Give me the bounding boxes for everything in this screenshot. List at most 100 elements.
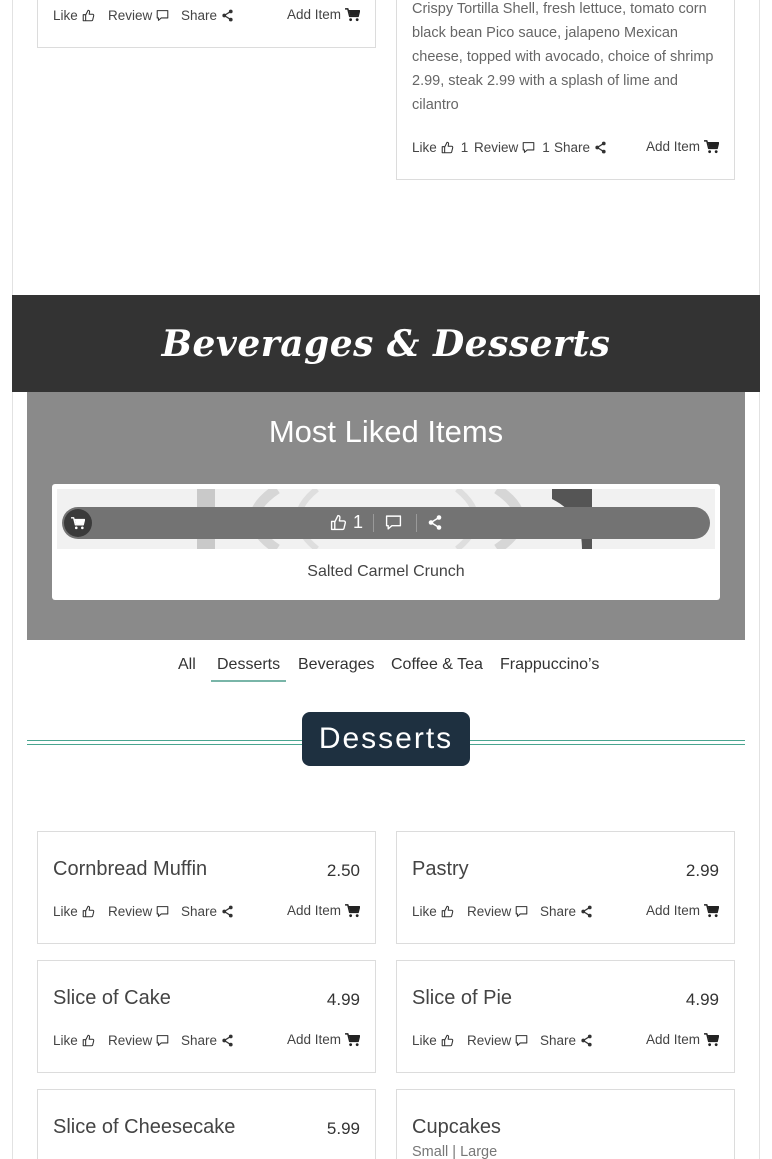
add-item-label: Add Item <box>645 139 700 154</box>
thumbs-up-icon <box>82 9 95 22</box>
tab-coffee-tea[interactable]: Coffee & Tea <box>385 656 489 680</box>
review-button[interactable] <box>384 514 403 536</box>
cart-icon <box>704 139 719 153</box>
item-actions: Like Review Share Add Item <box>53 903 360 922</box>
like-label: Like <box>412 140 437 155</box>
menu-item-card: Pastry 2.99 Like Review Share Add Item <box>396 831 735 944</box>
comment-icon <box>515 906 528 917</box>
review-button[interactable]: Review <box>108 8 169 23</box>
item-actions: Like Review Share Add Item <box>412 903 719 922</box>
review-button[interactable]: Review 1 <box>474 140 550 155</box>
most-liked-item-name: Salted Carmel Crunch <box>307 563 465 580</box>
review-label: Review <box>108 1033 153 1048</box>
add-item-button[interactable]: Add Item <box>287 7 360 22</box>
like-button[interactable]: Like <box>53 8 95 23</box>
add-item-label: Add Item <box>645 1032 700 1047</box>
like-button[interactable]: Like <box>412 1033 454 1048</box>
comment-icon <box>522 142 535 153</box>
review-label: Review <box>467 1033 512 1048</box>
share-label: Share <box>540 904 577 919</box>
add-item-button[interactable]: Add Item <box>646 1032 719 1047</box>
add-item-label: Add Item <box>286 1032 341 1047</box>
menu-item-card: Crispy Tortilla Shell, fresh lettuce, to… <box>396 0 735 180</box>
thumbs-up-icon <box>441 141 454 154</box>
item-price: 2.50 <box>326 861 360 880</box>
like-label: Like <box>53 8 78 23</box>
share-button[interactable] <box>427 514 443 536</box>
share-button[interactable]: Share <box>181 904 234 919</box>
add-item-button[interactable]: Add Item <box>287 903 360 918</box>
share-icon <box>595 141 606 154</box>
section-banner-title: Beverages & Desserts <box>161 322 611 365</box>
thumbs-up-icon <box>441 905 454 918</box>
comment-icon <box>385 515 402 530</box>
share-button[interactable]: Share <box>181 8 234 23</box>
item-price: 4.99 <box>326 990 360 1009</box>
item-price: 5.99 <box>326 1119 360 1138</box>
review-button[interactable]: Review <box>108 1033 169 1048</box>
item-name: Slice of Pie <box>412 987 513 1009</box>
add-item-button[interactable]: Add Item <box>646 903 719 918</box>
share-icon <box>581 905 592 918</box>
like-button[interactable]: Like <box>412 904 454 919</box>
tab-frappuccinos[interactable]: Frappuccino’s <box>494 656 605 680</box>
review-button[interactable]: Review <box>467 1033 528 1048</box>
menu-item-card: Cupcakes Small | Large <box>396 1089 735 1159</box>
item-description: Crispy Tortilla Shell, fresh lettuce, to… <box>412 1 714 113</box>
section-banner: Beverages & Desserts <box>12 295 760 392</box>
comment-icon <box>156 906 169 917</box>
review-button[interactable]: Review <box>108 904 169 919</box>
share-label: Share <box>181 1033 218 1048</box>
tab-all[interactable]: All <box>172 656 202 680</box>
share-button[interactable]: Share <box>181 1033 234 1048</box>
add-to-cart-button[interactable] <box>64 509 92 537</box>
like-label: Like <box>53 904 78 919</box>
like-label: Like <box>412 1033 437 1048</box>
section-title: Desserts <box>302 712 470 766</box>
most-liked-card[interactable]: 1 Salted Carmel Crunch <box>52 484 720 600</box>
item-actions: Like Review Share Add Item <box>53 7 360 26</box>
like-button[interactable]: Like <box>53 1033 95 1048</box>
tab-beverages[interactable]: Beverages <box>292 656 381 680</box>
add-item-button[interactable]: Add Item <box>646 139 719 154</box>
review-label: Review <box>467 904 512 919</box>
like-button[interactable]: Like 1 <box>412 140 468 155</box>
thumbs-up-icon <box>82 1034 95 1047</box>
share-button[interactable]: Share <box>554 140 607 155</box>
thumbs-up-icon <box>330 514 347 531</box>
like-button[interactable]: Like <box>53 904 95 919</box>
share-button[interactable]: Share <box>540 904 593 919</box>
share-button[interactable]: Share <box>540 1033 593 1048</box>
tab-desserts[interactable]: Desserts <box>211 656 287 682</box>
review-label: Review <box>474 140 519 155</box>
menu-item-card: Like Review Share Add Item <box>37 0 376 48</box>
divider <box>373 514 374 532</box>
item-actions: Like Review Share Add Item <box>53 1032 360 1051</box>
like-button[interactable]: 1 <box>330 512 363 533</box>
cart-icon <box>345 7 360 21</box>
share-icon <box>428 515 442 530</box>
cart-icon <box>704 903 719 917</box>
cart-icon <box>71 516 85 529</box>
menu-item-card: Cornbread Muffin 2.50 Like Review Share … <box>37 831 376 944</box>
comment-icon <box>156 1035 169 1046</box>
most-liked-section: Most Liked Items 1 Salted Carmel Crunch <box>27 392 745 640</box>
review-button[interactable]: Review <box>467 904 528 919</box>
review-label: Review <box>108 8 153 23</box>
item-price: 4.99 <box>685 990 719 1009</box>
share-icon <box>222 1034 233 1047</box>
comment-icon <box>156 10 169 21</box>
cart-icon <box>345 1032 360 1046</box>
item-name: Pastry <box>412 858 469 880</box>
thumbs-up-icon <box>441 1034 454 1047</box>
item-price: 2.99 <box>685 861 719 880</box>
item-name: Cornbread Muffin <box>53 858 208 880</box>
add-item-button[interactable]: Add Item <box>287 1032 360 1047</box>
menu-item-card: Slice of Cake 4.99 Like Review Share Add… <box>37 960 376 1073</box>
review-count: 1 <box>542 140 550 155</box>
add-item-label: Add Item <box>286 7 341 22</box>
divider <box>416 514 417 532</box>
add-item-label: Add Item <box>286 903 341 918</box>
most-liked-title: Most Liked Items <box>268 414 504 449</box>
cart-icon <box>704 1032 719 1046</box>
